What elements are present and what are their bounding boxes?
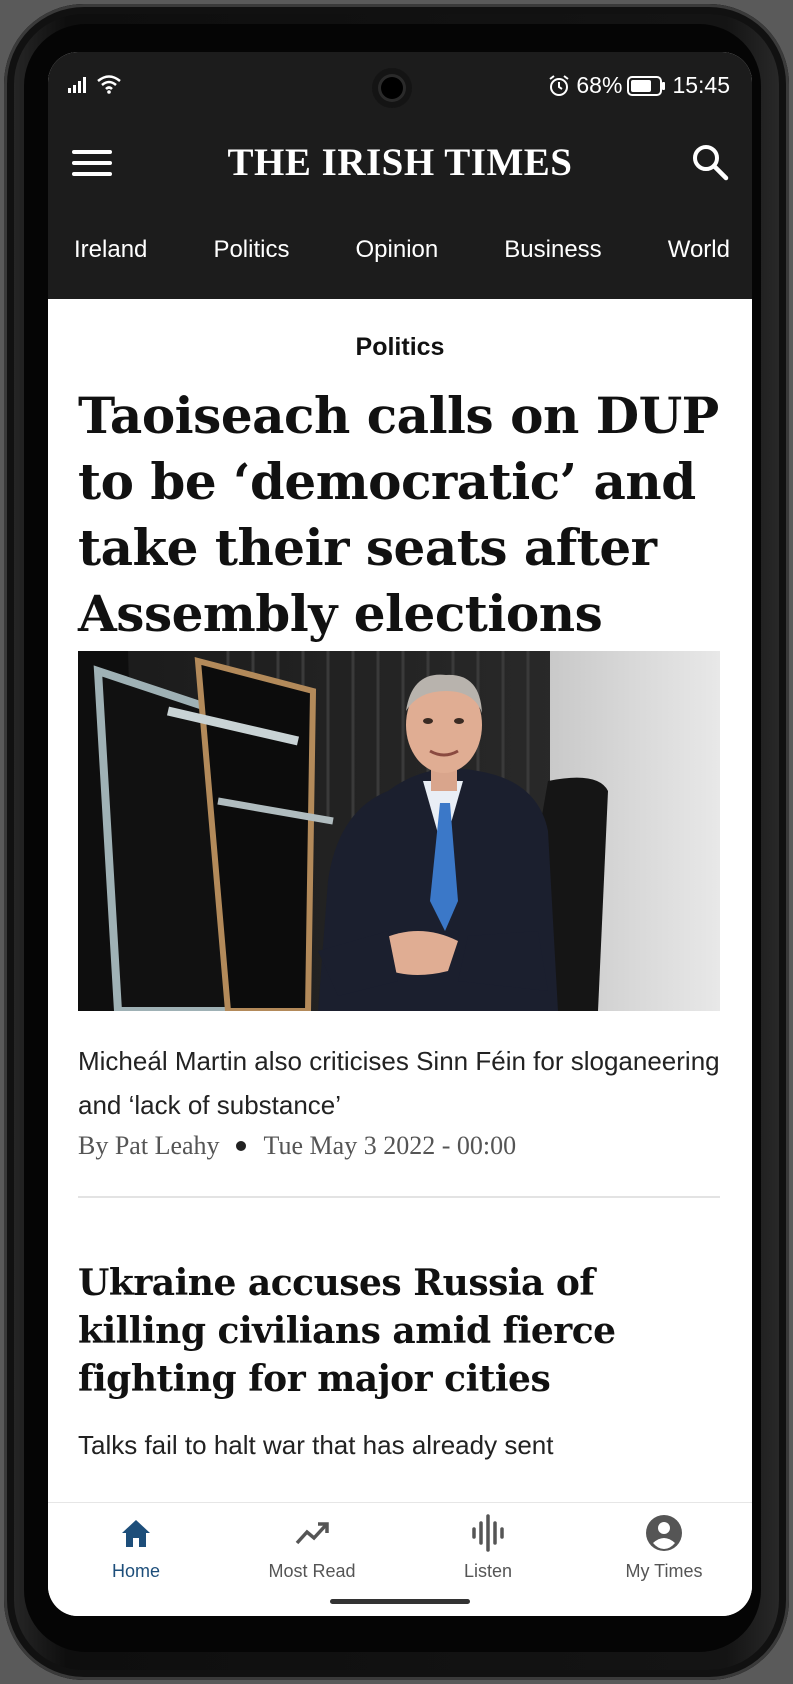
trending-icon bbox=[295, 1522, 329, 1545]
news-feed: Politics Taoiseach calls on DUP to be ‘d… bbox=[48, 299, 752, 1552]
signal-icon bbox=[68, 77, 86, 93]
section-label[interactable]: Politics bbox=[48, 333, 752, 362]
section-tabs: Ireland Politics Opinion Business World bbox=[48, 222, 752, 278]
tab-world[interactable]: World bbox=[668, 236, 730, 264]
front-camera bbox=[372, 68, 412, 108]
second-headline[interactable]: Ukraine accuses Russia of killing civili… bbox=[78, 1259, 728, 1403]
nav-my-times-label: My Times bbox=[625, 1561, 703, 1581]
tab-opinion[interactable]: Opinion bbox=[356, 236, 439, 264]
nav-most-read-label: Most Read bbox=[268, 1561, 356, 1581]
separator-dot bbox=[235, 1141, 246, 1151]
nav-listen-label: Listen bbox=[463, 1561, 513, 1581]
tab-ireland[interactable]: Ireland bbox=[74, 236, 147, 264]
lead-headline[interactable]: Taoiseach calls on DUP to be ‘democratic… bbox=[78, 383, 728, 647]
nav-my-times[interactable]: My Times bbox=[576, 1503, 752, 1616]
status-right: 68% 15:45 bbox=[547, 72, 730, 99]
brand-row: THE IRISH TIMES bbox=[48, 132, 752, 212]
lead-standfirst: Micheál Martin also criticises Sinn Féin… bbox=[78, 1046, 720, 1120]
app-logo[interactable]: THE IRISH TIMES bbox=[48, 140, 752, 185]
wifi-icon bbox=[97, 75, 121, 94]
battery-icon bbox=[627, 75, 666, 96]
app-screen: 68% 15:45 THE IRISH TIMES Ireland Politi… bbox=[48, 52, 752, 1616]
audio-wave-icon bbox=[472, 1514, 504, 1552]
search-icon[interactable] bbox=[690, 142, 730, 182]
home-icon bbox=[122, 1520, 150, 1547]
home-gesture-bar[interactable] bbox=[330, 1599, 470, 1604]
tab-politics[interactable]: Politics bbox=[213, 236, 289, 264]
nav-home-label: Home bbox=[111, 1561, 160, 1581]
publish-date: Tue May 3 2022 - 00:00 bbox=[263, 1131, 517, 1160]
second-teaser: Talks fail to halt war that has already … bbox=[78, 1430, 554, 1460]
byline: By Pat Leahy Tue May 3 2022 - 00:00 bbox=[78, 1131, 728, 1161]
battery-percent: 68% bbox=[576, 72, 623, 98]
article-divider bbox=[78, 1196, 720, 1198]
alarm-icon bbox=[549, 74, 569, 96]
status-bar: 68% 15:45 bbox=[48, 52, 752, 122]
app-header: 68% 15:45 THE IRISH TIMES Ireland Politi… bbox=[48, 52, 752, 299]
author-name[interactable]: By Pat Leahy bbox=[78, 1131, 220, 1161]
nav-home[interactable]: Home bbox=[48, 1503, 224, 1616]
status-left bbox=[68, 74, 122, 94]
tab-business[interactable]: Business bbox=[504, 236, 601, 264]
lead-article-photo[interactable] bbox=[78, 651, 720, 1011]
account-icon bbox=[646, 1515, 682, 1551]
clock-time: 15:45 bbox=[672, 72, 730, 98]
